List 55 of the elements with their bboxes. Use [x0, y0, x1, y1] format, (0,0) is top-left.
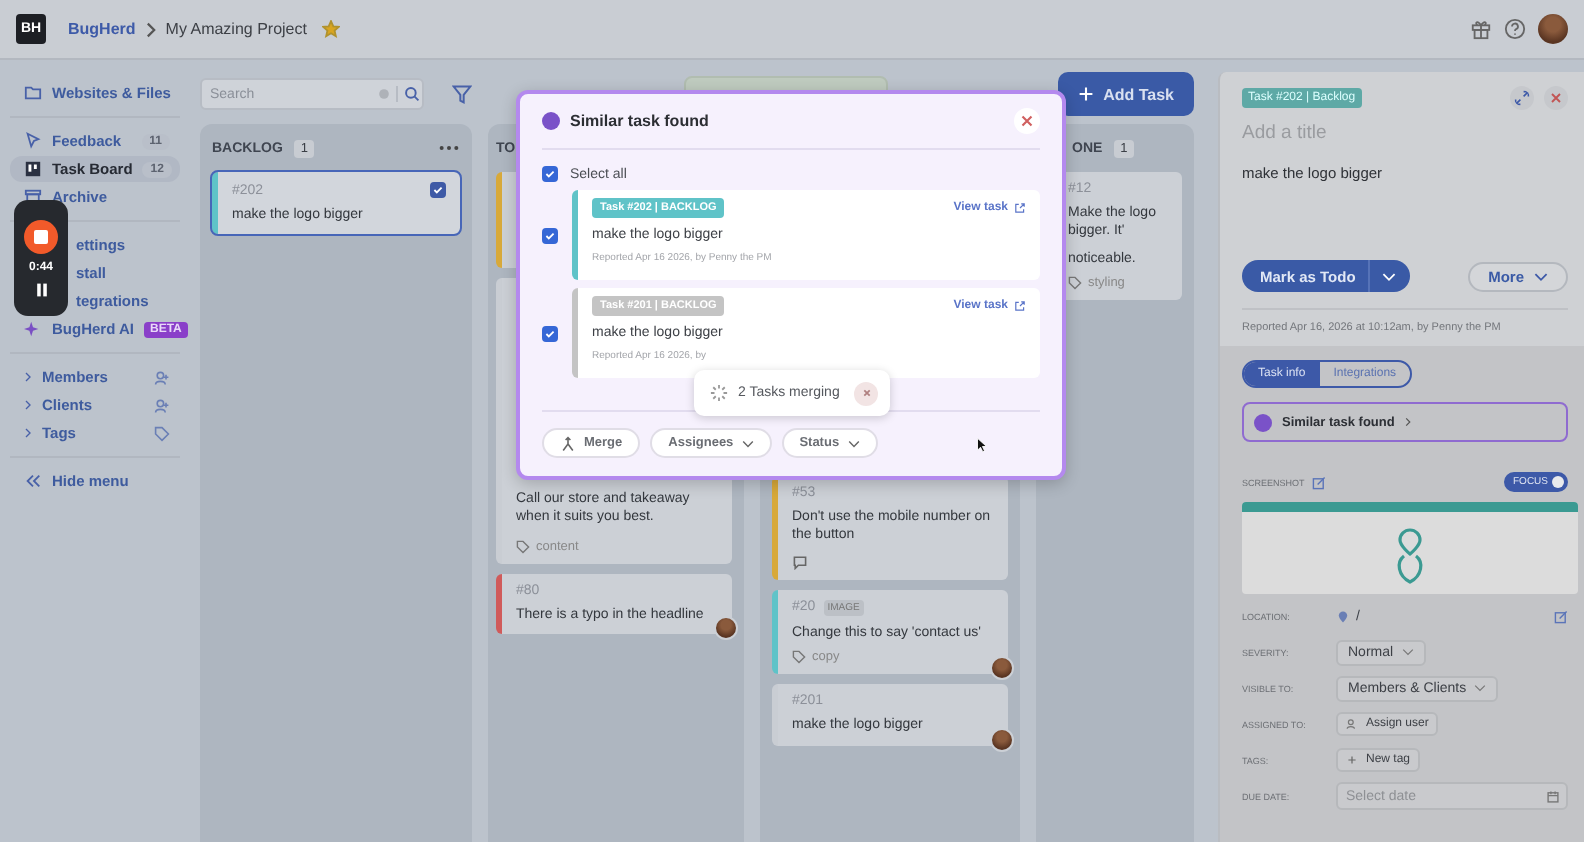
cursor-icon — [976, 436, 988, 454]
stop-button[interactable] — [24, 219, 58, 253]
tag-icon — [154, 425, 170, 441]
edit-icon[interactable] — [1312, 475, 1327, 489]
checkbox[interactable] — [542, 166, 558, 182]
close-icon[interactable] — [1544, 86, 1568, 110]
tag-icon — [1068, 276, 1082, 291]
pause-icon[interactable] — [33, 281, 49, 297]
add-task-button[interactable]: Add Task — [1057, 72, 1194, 116]
folder-icon — [24, 84, 42, 102]
caret-icon — [1534, 271, 1548, 281]
caret-icon — [1401, 648, 1414, 656]
user-avatar[interactable] — [1538, 14, 1568, 44]
cursor-icon — [24, 132, 42, 150]
checkbox[interactable] — [430, 182, 446, 198]
more-icon[interactable] — [438, 144, 460, 152]
close-icon[interactable] — [1014, 108, 1040, 134]
board-icon — [24, 160, 42, 178]
checkbox[interactable] — [542, 227, 558, 243]
search-icon[interactable] — [396, 86, 420, 102]
edit-icon[interactable] — [1554, 609, 1568, 623]
caret-icon — [741, 439, 754, 447]
star-icon[interactable] — [322, 20, 341, 38]
pin-icon — [1336, 609, 1350, 623]
external-link-icon — [1014, 202, 1026, 214]
breadcrumb-link[interactable]: My Amazing Project — [165, 20, 307, 38]
plus-icon — [1077, 86, 1094, 102]
person-icon — [154, 397, 170, 413]
expand-icon[interactable] — [1510, 86, 1534, 110]
caret-icon — [1381, 271, 1396, 281]
tag-icon — [516, 539, 530, 554]
breadcrumb-link[interactable]: BugHerd — [68, 20, 136, 38]
double-chevron-left-icon — [24, 472, 42, 490]
sparkle-icon — [24, 320, 42, 338]
gift-icon[interactable] — [1470, 18, 1492, 40]
chevron-right-icon — [145, 21, 156, 37]
filter-icon[interactable] — [452, 84, 472, 104]
calendar-icon — [1546, 789, 1560, 803]
help-icon[interactable] — [1504, 18, 1526, 40]
similar-icon — [1254, 413, 1272, 431]
caret-icon — [1474, 684, 1487, 692]
close-button[interactable] — [854, 381, 878, 405]
chevron-right-icon — [1404, 416, 1413, 428]
tag-icon — [792, 650, 806, 665]
checkbox[interactable] — [542, 325, 558, 341]
screenshot-thumbnail[interactable] — [1242, 502, 1578, 594]
person-icon — [154, 369, 170, 385]
spinner-icon — [710, 384, 728, 402]
dialog-title: Similar task found — [570, 112, 709, 130]
merge-icon — [560, 435, 576, 451]
external-link-icon — [1014, 300, 1026, 312]
caret-icon — [847, 439, 860, 447]
similar-icon — [542, 112, 560, 130]
person-icon — [1346, 718, 1358, 730]
plus-icon — [1346, 754, 1358, 766]
